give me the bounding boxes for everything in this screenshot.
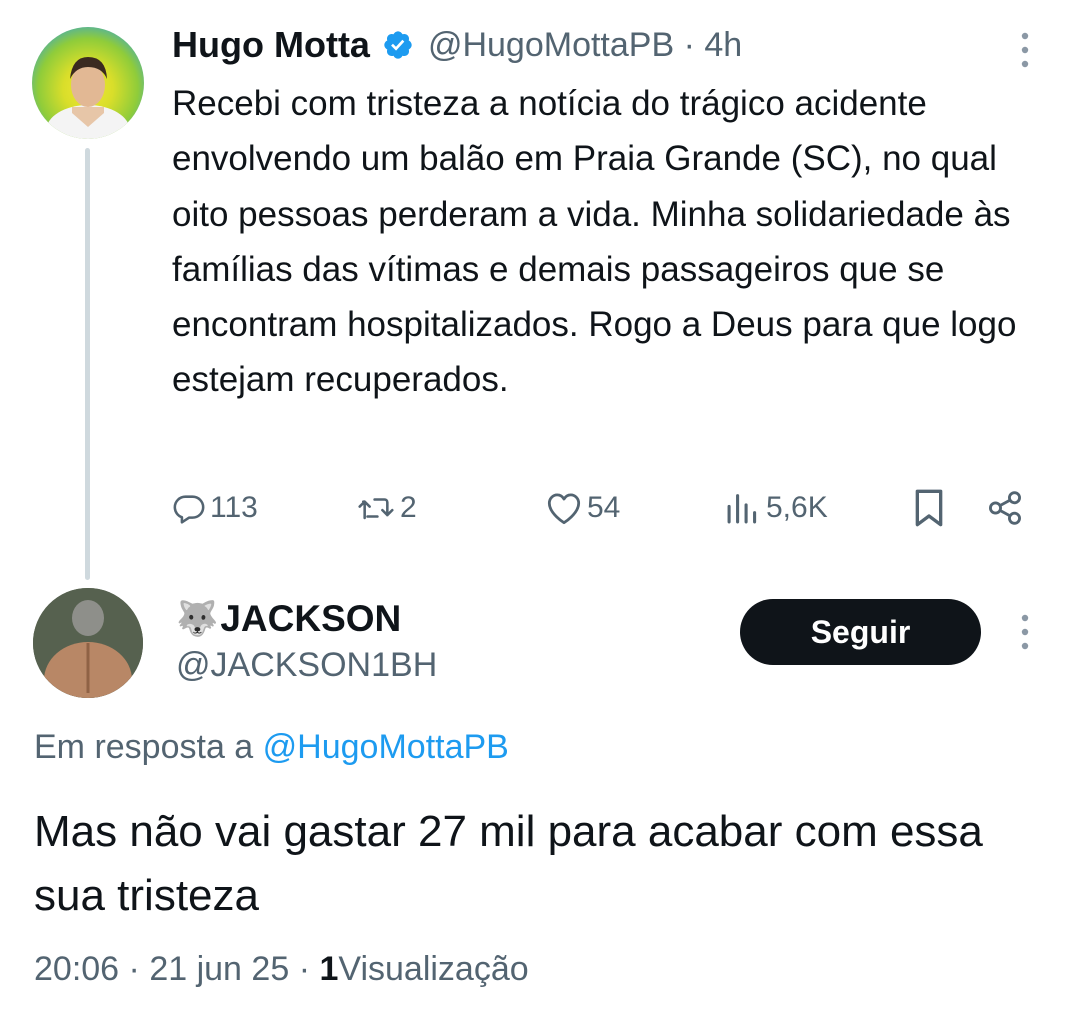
bookmark-icon [915, 489, 943, 527]
reply-author-name[interactable]: JACKSON [220, 598, 401, 640]
reply-date[interactable]: 21 jun 25 [149, 950, 289, 988]
wolf-emoji-icon: 🐺 [176, 600, 219, 638]
repost-count: 2 [400, 491, 417, 524]
parent-author-row: Hugo Motta @HugoMottaPB · 4h [172, 22, 742, 68]
like-count: 54 [587, 491, 621, 524]
analytics-icon [727, 494, 757, 524]
tweet-metadata: 20:06 · 21 jun 25 · 1Visualização [34, 950, 529, 989]
repost-button[interactable]: 2 [356, 480, 417, 536]
separator-dot: · [128, 950, 140, 988]
reply-author-row: 🐺 JACKSON [176, 594, 401, 644]
verified-badge-icon [384, 31, 412, 59]
reply-icon [173, 495, 205, 524]
follow-button[interactable]: Seguir [740, 599, 981, 665]
reply-tweet-text: Mas não vai gastar 27 mil para acabar co… [34, 807, 983, 920]
separator-dot: · [298, 950, 311, 988]
reply-time[interactable]: 20:06 [34, 950, 119, 988]
replying-to-handle-link[interactable]: @HugoMottaPB [263, 728, 509, 766]
reply-views-count: 1 [319, 950, 339, 988]
views-button[interactable]: 5,6K [724, 480, 828, 536]
heart-icon [547, 493, 581, 525]
like-button[interactable]: 54 [545, 480, 620, 536]
parent-tweet-text: Recebi com tristeza a notícia do trágico… [172, 84, 1017, 400]
more-options-icon[interactable] [1018, 612, 1032, 652]
separator-dot: · [683, 25, 695, 64]
replying-to-label: Em resposta a [34, 728, 254, 766]
more-options-icon[interactable] [1018, 30, 1032, 70]
bookmark-button[interactable] [912, 480, 946, 536]
replying-to-line: Em resposta a @HugoMottaPB [34, 728, 509, 767]
share-button[interactable] [986, 480, 1024, 536]
avatar-hugo-motta[interactable] [32, 27, 144, 139]
reply-author-handle[interactable]: @JACKSON1BH [176, 646, 437, 685]
reply-button[interactable]: 113 [172, 480, 258, 536]
author-name[interactable]: Hugo Motta [172, 24, 370, 66]
reply-count: 113 [210, 491, 258, 524]
reply-views-label: Visualização [338, 950, 529, 988]
author-handle[interactable]: @HugoMottaPB [428, 26, 674, 64]
tweet-time[interactable]: 4h [704, 26, 742, 64]
views-count: 5,6K [766, 491, 828, 524]
share-icon [989, 491, 1021, 525]
repost-icon [358, 498, 394, 520]
avatar-jackson[interactable] [33, 588, 143, 698]
tweet-action-bar: 113 2 54 5,6K [0, 480, 1080, 536]
